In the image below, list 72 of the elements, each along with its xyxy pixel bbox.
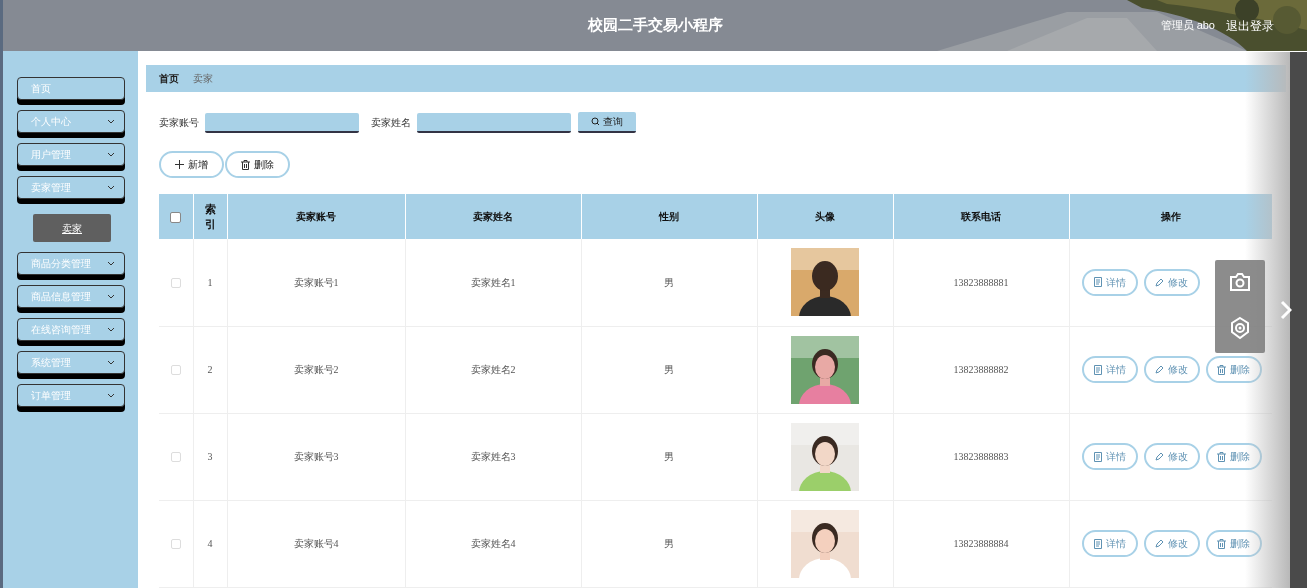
input-field[interactable] [205,112,359,133]
table-cell-text: 1 [207,276,213,288]
detail-button[interactable]: 详情 [1081,530,1138,557]
column-header: 头像 [757,194,893,239]
trash-icon [241,159,250,170]
delete-button[interactable]: 删除 [1205,356,1262,383]
document-icon [1093,364,1102,375]
trash-icon [1217,538,1226,549]
detail-button[interactable]: 详情 [1081,356,1138,383]
table-cell-text: 13823888881 [953,276,1009,288]
table-cell-text: 男 [664,364,674,375]
table-cell-text: 男 [664,451,674,462]
detail-button[interactable]: 详情 [1081,268,1138,296]
table-cell-text: 卖家姓名2 [470,364,516,375]
column-header: 操作 [1069,194,1272,239]
pencil-icon [1155,452,1164,461]
input-field[interactable] [417,112,571,133]
field-label: 卖家账号 [159,116,199,130]
document-icon [1093,451,1102,462]
trash-icon [1217,364,1226,375]
column-header: 性别 [581,194,757,239]
search-icon [591,117,600,126]
document-icon [1093,277,1102,288]
table-cell-text: 3 [207,451,213,462]
column-header: 卖家账号 [227,194,405,239]
table-cell-text: 13823888884 [953,538,1009,549]
edit-button[interactable]: 修改 [1143,356,1200,383]
table-cell-text: 男 [664,276,674,288]
edit-button[interactable]: 修改 [1143,268,1200,296]
detail-button[interactable]: 详情 [1081,443,1138,470]
delete-button[interactable]: 删除 [1205,530,1262,557]
column-header: 卖家姓名 [405,194,581,239]
column-header: 索引 [193,194,227,239]
delete-button[interactable]: 删除 [225,151,290,178]
pencil-icon [1155,539,1164,548]
table-cell-text: 卖家姓名1 [470,276,516,288]
row-checkbox[interactable] [170,539,181,550]
row-checkbox[interactable] [170,278,181,289]
pencil-icon [1155,365,1164,374]
logout-link[interactable]: 退出登录 [1226,16,1274,35]
table-cell-text: 卖家姓名4 [470,538,516,549]
document-icon [1093,538,1102,549]
plus-icon [175,160,184,169]
table-cell-text: 2 [207,364,213,375]
field-label: 卖家姓名 [371,116,411,130]
breadcrumb-item[interactable]: 卖家 [193,71,213,86]
row-checkbox[interactable] [170,365,181,376]
camera-icon[interactable] [1229,272,1251,291]
edit-button[interactable]: 修改 [1143,443,1200,470]
search-button[interactable]: 查询 [578,112,636,133]
add-button[interactable]: 新增 [159,151,224,178]
pencil-icon [1155,277,1164,287]
column-header: 联系电话 [893,194,1069,239]
trash-icon [1217,451,1226,462]
app-title: 校园二手交易小程序 [587,16,723,36]
target-icon[interactable] [1229,316,1251,341]
table-cell-text: 卖家姓名3 [470,451,516,462]
chevron-right-icon[interactable] [1280,300,1292,320]
breadcrumb-item[interactable]: 首页 [159,71,179,86]
edit-button[interactable]: 修改 [1143,530,1200,557]
table-cell-text: 卖家账号4 [293,538,339,549]
table-cell-text: 4 [207,538,213,549]
row-checkbox[interactable] [170,452,181,463]
submenu-item[interactable]: 卖家 [33,214,111,242]
table-cell-text: 13823888882 [953,364,1009,375]
select-all-checkbox[interactable] [170,211,182,223]
table-cell-text: 卖家账号3 [293,451,339,462]
delete-button[interactable]: 删除 [1205,443,1262,470]
table-cell-text: 13823888883 [953,451,1009,462]
table-cell-text: 男 [664,538,674,549]
table-cell-text: 卖家账号1 [293,276,339,288]
table-cell-text: 卖家账号2 [293,364,339,375]
